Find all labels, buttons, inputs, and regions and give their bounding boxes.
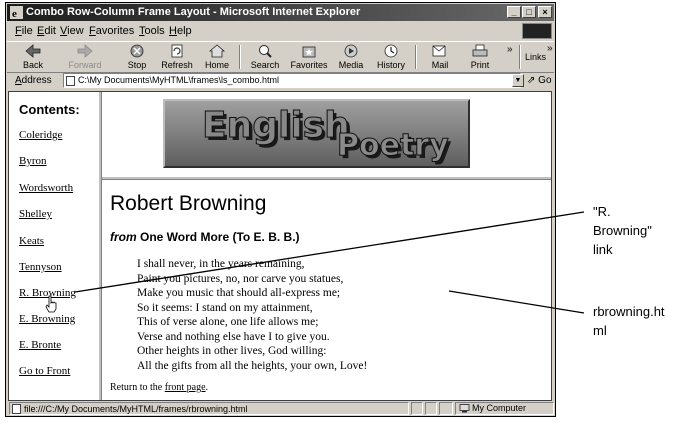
poem-line: Make you music that should all-express m… (137, 287, 341, 299)
contents-heading: Contents: (19, 102, 80, 117)
go-arrow-icon: ⇗ (527, 75, 536, 86)
stop-icon (130, 44, 144, 58)
nav-link-byron[interactable]: Byron (19, 155, 47, 167)
history-button[interactable]: History (371, 42, 411, 72)
poem-line: Paint you pictures, no, nor carve you st… (137, 272, 344, 285)
toolbar-separator (415, 45, 417, 69)
back-button[interactable]: Back (13, 42, 53, 72)
address-value: C:\My Documents\MyHTML\frames\ls_combo.h… (78, 75, 280, 85)
print-icon (472, 44, 488, 57)
document-icon (66, 76, 75, 86)
menu-help[interactable]: Help (169, 25, 192, 37)
stop-button[interactable]: Stop (119, 42, 155, 72)
toolbar: Back Forward Stop Refresh Home Search Fa… (7, 41, 554, 73)
print-button[interactable]: Print (462, 42, 498, 72)
poem-line: I shall never, in the years remaining, (137, 258, 305, 270)
favorites-icon (302, 46, 316, 58)
go-button[interactable]: ⇗ Go (527, 75, 552, 86)
nav-link-tennyson[interactable]: Tennyson (19, 261, 62, 273)
forward-arrow-icon (77, 44, 93, 58)
address-label: Address (15, 75, 52, 86)
poem-text: I shall never, in the years remaining, P… (137, 257, 367, 373)
address-dropdown-button[interactable]: ▼ (512, 74, 524, 87)
menu-bar: File Edit View Favorites Tools Help (7, 22, 517, 40)
banner-frame: English English Poetry Poetry (102, 92, 551, 176)
status-bar: file:///C:/My Documents/MyHTML/frames/rb… (7, 402, 554, 416)
poem-line: So it seems: I stand on my attainment, (137, 301, 313, 314)
page-title: Robert Browning (110, 192, 267, 215)
toolbar-separator (519, 45, 521, 69)
refresh-icon (171, 44, 183, 58)
search-button[interactable]: Search (245, 42, 285, 72)
forward-button[interactable]: Forward (65, 42, 105, 72)
minimize-button[interactable]: _ (507, 6, 521, 18)
page-content: Contents: Coleridge Byron Wordsworth She… (8, 91, 552, 401)
menu-tools[interactable]: Tools (139, 25, 165, 37)
nav-link-coleridge[interactable]: Coleridge (19, 129, 62, 141)
menu-file[interactable]: File (15, 25, 33, 37)
menu-edit[interactable]: Edit (37, 25, 56, 37)
poem-line: Verse and nothing else have I to give yo… (137, 330, 330, 343)
address-bar: Address C:\My Documents\MyHTML\frames\ls… (7, 72, 554, 90)
close-button[interactable]: × (538, 6, 552, 18)
poem-line: All the gifts from all the heights, your… (137, 359, 368, 372)
hand-cursor-icon (45, 295, 57, 313)
my-computer-icon (459, 404, 470, 413)
home-icon (208, 44, 226, 58)
menu-favorites[interactable]: Favorites (89, 25, 134, 37)
svg-text:e: e (12, 8, 17, 19)
browser-window: e Combo Row-Column Frame Layout - Micros… (5, 2, 556, 417)
ie-icon: e (10, 6, 23, 19)
status-cell (411, 402, 423, 415)
nav-link-keats[interactable]: Keats (19, 235, 44, 247)
nav-link-shelley[interactable]: Shelley (19, 208, 52, 220)
toolbar-separator (239, 45, 241, 69)
links-label[interactable]: Links (525, 52, 546, 62)
poem-subtitle: from One Word More (To E. B. B.) (110, 230, 300, 244)
nav-link-go-to-front[interactable]: Go to Front (19, 365, 70, 377)
security-zone: My Computer (455, 402, 554, 415)
return-line: Return to the front page. (110, 382, 209, 393)
home-button[interactable]: Home (199, 42, 235, 72)
windows-logo-icon (522, 23, 552, 39)
toolbar-chevron[interactable]: » (507, 44, 513, 55)
menu-view[interactable]: View (60, 25, 84, 37)
status-text: file:///C:/My Documents/MyHTML/frames/rb… (9, 402, 409, 415)
rbrowning-file-callout: rbrowning.ht ml (593, 304, 665, 338)
mail-icon (432, 45, 446, 57)
r-browning-link-callout: "R. Browning" link (593, 204, 652, 257)
english-poetry-banner: English English Poetry Poetry (163, 99, 470, 168)
banner-word-poetry: Poetry (337, 128, 449, 163)
poem-line: This of verse alone, one life allows me; (137, 316, 319, 328)
refresh-button[interactable]: Refresh (157, 42, 197, 72)
address-input[interactable]: C:\My Documents\MyHTML\frames\ls_combo.h… (63, 73, 521, 88)
nav-link-e-bronte[interactable]: E. Bronte (19, 339, 61, 351)
contents-frame: Contents: Coleridge Byron Wordsworth She… (9, 92, 97, 400)
window-title: Combo Row-Column Frame Layout - Microsof… (26, 6, 361, 18)
main-frame: Robert Browning from One Word More (To E… (102, 180, 551, 400)
media-icon (344, 44, 358, 58)
title-bar[interactable]: e Combo Row-Column Frame Layout - Micros… (7, 4, 554, 21)
history-icon (384, 44, 398, 58)
status-cell (439, 402, 453, 415)
banner-word-english: English (202, 105, 350, 146)
favorites-button[interactable]: Favorites (287, 42, 331, 72)
mail-button[interactable]: Mail (420, 42, 460, 72)
search-icon (259, 45, 272, 58)
back-arrow-icon (25, 44, 41, 58)
nav-link-wordsworth[interactable]: Wordsworth (19, 182, 73, 194)
document-icon (12, 404, 21, 414)
front-page-link[interactable]: front page (165, 382, 206, 393)
media-button[interactable]: Media (333, 42, 369, 72)
nav-link-e-browning[interactable]: E. Browning (19, 313, 75, 325)
links-chevron[interactable]: » (547, 43, 553, 54)
status-cell (425, 402, 437, 415)
maximize-button[interactable]: □ (522, 6, 536, 18)
poem-line: Other heights in other lives, God willin… (137, 345, 327, 357)
